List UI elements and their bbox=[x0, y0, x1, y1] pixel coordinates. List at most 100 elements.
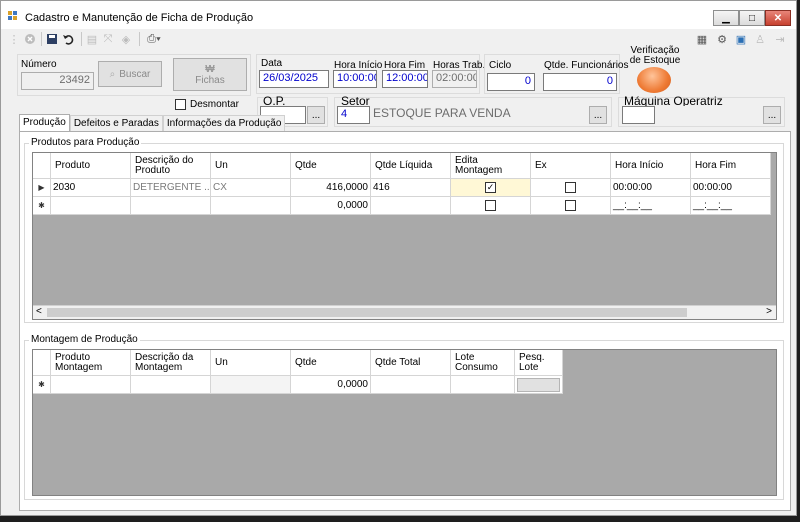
maquina-search-button[interactable]: ... bbox=[763, 106, 781, 124]
col-edita-montagem[interactable]: Edita Montagem bbox=[451, 153, 531, 179]
cell-descricao-montagem bbox=[131, 376, 211, 394]
tools-icon[interactable]: ⚙ bbox=[715, 32, 729, 46]
undo-icon[interactable] bbox=[61, 32, 75, 46]
cell-qtde[interactable]: 0,0000 bbox=[291, 376, 371, 394]
edita-montagem-checkbox[interactable]: ✓ bbox=[485, 182, 496, 193]
col-ex[interactable]: Ex bbox=[531, 153, 611, 179]
op-search-button[interactable]: ... bbox=[307, 106, 325, 124]
col-hora-inicio[interactable]: Hora Início bbox=[611, 153, 691, 179]
numero-field[interactable]: 23492 bbox=[21, 72, 94, 90]
ciclo-label: Ciclo bbox=[489, 60, 512, 71]
cell-hora-fim[interactable]: __:__:__ bbox=[691, 197, 771, 215]
produtos-hscrollbar[interactable]: < > bbox=[33, 305, 776, 319]
col-descricao-montagem[interactable]: Descrição da Montagem bbox=[131, 350, 211, 376]
col-hora-fim[interactable]: Hora Fim bbox=[691, 153, 771, 179]
buscar-button[interactable]: ⌕ Buscar bbox=[98, 61, 162, 87]
save-icon[interactable] bbox=[45, 32, 59, 46]
maximize-button[interactable]: □ bbox=[739, 10, 765, 26]
col-qtde-total[interactable]: Qtde Total bbox=[371, 350, 451, 376]
col-qtde-liquida[interactable]: Qtde Líquida bbox=[371, 153, 451, 179]
minimize-button[interactable]: ▁ bbox=[713, 10, 739, 26]
cell-qtde[interactable]: 0,0000 bbox=[291, 197, 371, 215]
setor-code-field[interactable]: 4 bbox=[337, 106, 370, 124]
print-dropdown-icon[interactable]: ⎙▾ bbox=[143, 32, 165, 46]
qtde-funcionarios-label: Qtde. Funcionários bbox=[544, 60, 629, 71]
close-button[interactable]: ✕ bbox=[765, 10, 791, 26]
cell-un: CX bbox=[211, 179, 291, 197]
verificacao-estoque-button[interactable] bbox=[637, 67, 671, 93]
table-row[interactable]: ✱ 0,0000 bbox=[33, 376, 563, 394]
expand-icon[interactable]: ⤧ bbox=[101, 32, 115, 46]
calculator-icon[interactable]: ▦ bbox=[695, 32, 709, 46]
col-descricao[interactable]: Descrição do Produto bbox=[131, 153, 211, 179]
cell-produto[interactable] bbox=[51, 197, 131, 215]
maquina-name-field bbox=[656, 106, 762, 124]
cell-qtde-total[interactable] bbox=[371, 376, 451, 394]
ciclo-field[interactable]: 0 bbox=[487, 73, 535, 91]
cell-pesq-lote[interactable] bbox=[515, 376, 563, 394]
setor-search-button[interactable]: ... bbox=[589, 106, 607, 124]
window-title: Cadastro e Manutenção de Ficha de Produç… bbox=[25, 12, 254, 24]
main-window: Cadastro e Manutenção de Ficha de Produç… bbox=[0, 0, 797, 516]
cell-produto-montagem[interactable] bbox=[51, 376, 131, 394]
hora-inicio-field[interactable]: 10:00:00 bbox=[333, 70, 377, 88]
qtde-funcionarios-field[interactable]: 0 bbox=[543, 73, 617, 91]
exit-icon[interactable]: ⇥ bbox=[773, 32, 787, 46]
montagem-grid[interactable]: Produto Montagem Descrição da Montagem U… bbox=[32, 349, 777, 496]
tab-page-producao: Produtos para Produção Produto Descrição… bbox=[19, 131, 791, 511]
setor-name-field: ESTOQUE PARA VENDA bbox=[370, 106, 588, 124]
maquina-field[interactable] bbox=[622, 106, 655, 124]
row-indicator: ✱ bbox=[33, 197, 51, 215]
cell-ex[interactable] bbox=[531, 197, 611, 215]
desmontar-label: Desmontar bbox=[190, 99, 239, 110]
col-produto[interactable]: Produto bbox=[51, 153, 131, 179]
cell-qtde-liquida[interactable] bbox=[371, 197, 451, 215]
produtos-grid-header: Produto Descrição do Produto Un Qtde Qtd… bbox=[33, 153, 771, 179]
cell-lote-consumo[interactable] bbox=[451, 376, 515, 394]
produtos-group-title: Produtos para Produção bbox=[29, 137, 142, 148]
col-lote-consumo[interactable]: Lote Consumo bbox=[451, 350, 515, 376]
cell-ex[interactable] bbox=[531, 179, 611, 197]
data-field[interactable]: 26/03/2025 bbox=[259, 70, 329, 88]
tab-producao[interactable]: Produção bbox=[19, 114, 70, 131]
fichas-button[interactable]: ₩ Fichas bbox=[173, 58, 247, 91]
tab-informacoes-producao[interactable]: Informações da Produção bbox=[162, 115, 286, 131]
hora-fim-field[interactable]: 12:00:00 bbox=[382, 70, 428, 88]
eraser-icon[interactable]: ◈ bbox=[119, 32, 133, 46]
cell-hora-inicio[interactable]: __:__:__ bbox=[611, 197, 691, 215]
ex-checkbox[interactable] bbox=[565, 182, 576, 193]
table-row[interactable]: ▶ 2030 DETERGENTE ... CX 416,0000 416 ✓ … bbox=[33, 179, 771, 197]
cell-hora-fim[interactable]: 00:00:00 bbox=[691, 179, 771, 197]
settings-icon[interactable]: ▣ bbox=[734, 32, 748, 46]
cell-qtde-liquida[interactable]: 416 bbox=[371, 179, 451, 197]
ex-checkbox[interactable] bbox=[565, 200, 576, 211]
tab-defeitos-paradas[interactable]: Defeitos e Paradas bbox=[69, 115, 163, 131]
pesq-lote-button[interactable] bbox=[517, 377, 560, 392]
cell-edita-montagem[interactable] bbox=[451, 197, 531, 215]
cell-qtde[interactable]: 416,0000 bbox=[291, 179, 371, 197]
cell-edita-montagem[interactable]: ✓ bbox=[451, 179, 531, 197]
user-icon[interactable]: ♙ bbox=[753, 32, 767, 46]
col-qtde[interactable]: Qtde bbox=[291, 350, 371, 376]
report-icon[interactable]: ▤ bbox=[85, 32, 99, 46]
scroll-thumb[interactable] bbox=[47, 308, 687, 317]
title-bar: Cadastro e Manutenção de Ficha de Produç… bbox=[1, 1, 796, 29]
scroll-left-icon[interactable]: < bbox=[36, 306, 42, 317]
col-un[interactable]: Un bbox=[211, 153, 291, 179]
cell-un bbox=[211, 376, 291, 394]
horas-trab-field: 02:00:00 bbox=[432, 70, 477, 88]
table-row[interactable]: ✱ 0,0000 __:__:__ __:__:__ bbox=[33, 197, 771, 215]
col-produto-montagem[interactable]: Produto Montagem bbox=[51, 350, 131, 376]
cell-hora-inicio[interactable]: 00:00:00 bbox=[611, 179, 691, 197]
grid-icon[interactable]: ⋮ bbox=[7, 32, 21, 46]
col-pesq-lote[interactable]: Pesq. Lote bbox=[515, 350, 563, 376]
col-qtde[interactable]: Qtde bbox=[291, 153, 371, 179]
montagem-group-title: Montagem de Produção bbox=[29, 334, 140, 345]
edita-montagem-checkbox[interactable] bbox=[485, 200, 496, 211]
produtos-grid[interactable]: Produto Descrição do Produto Un Qtde Qtd… bbox=[32, 152, 777, 320]
cell-produto[interactable]: 2030 bbox=[51, 179, 131, 197]
col-un[interactable]: Un bbox=[211, 350, 291, 376]
desmontar-checkbox[interactable] bbox=[175, 99, 186, 110]
scroll-right-icon[interactable]: > bbox=[766, 306, 772, 317]
cancel-icon[interactable] bbox=[23, 32, 37, 46]
